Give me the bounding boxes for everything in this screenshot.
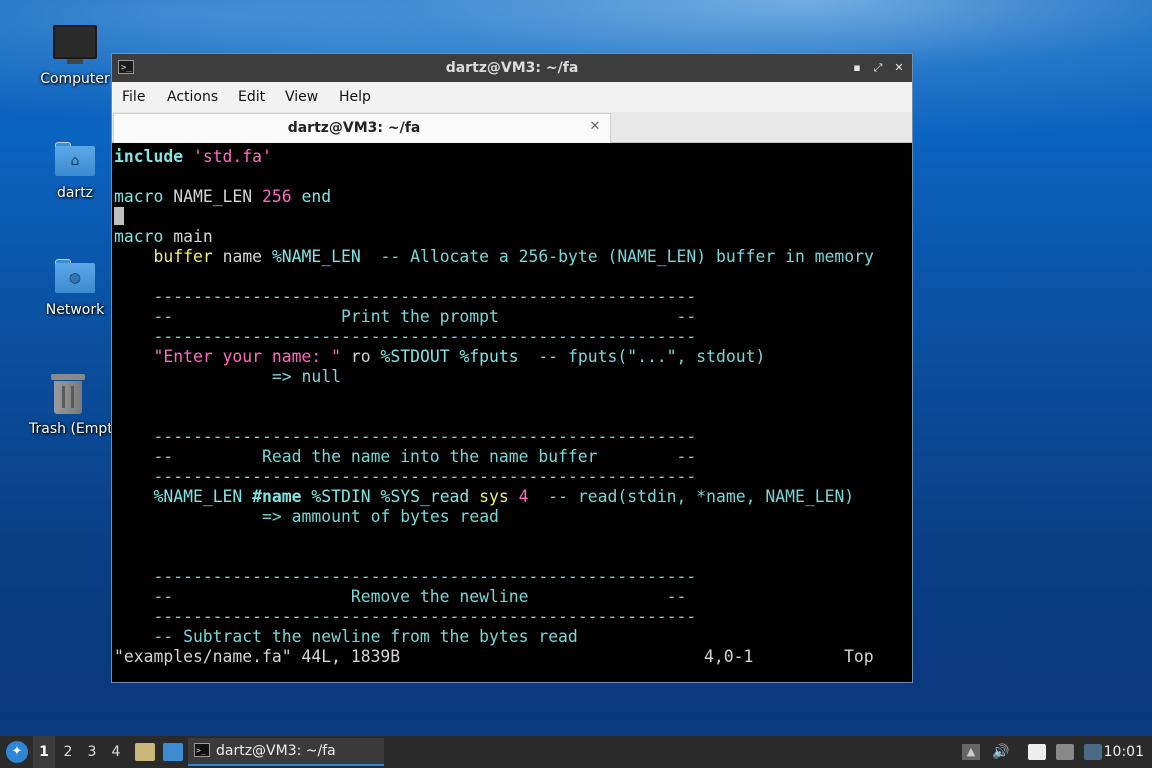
code-line: macro NAME_LEN 256 end <box>114 187 332 206</box>
code-line: ----------------------------------------… <box>114 327 697 346</box>
code-line: ----------------------------------------… <box>114 427 697 446</box>
clipboard-icon[interactable] <box>1028 744 1046 760</box>
start-menu-icon[interactable]: ✦ <box>6 741 28 763</box>
maximize-button[interactable]: ⤢ <box>869 59 887 77</box>
menu-view[interactable]: View <box>285 82 318 112</box>
code-line: macro main <box>114 227 213 246</box>
code-line: %NAME_LEN #name %STDIN %SYS_read sys 4 -… <box>153 487 855 506</box>
update-icon[interactable]: ▲ <box>962 744 980 760</box>
tab-bar: dartz@VM3: ~/fa ✕ <box>112 112 912 143</box>
minimize-button[interactable]: ▪ <box>848 59 866 77</box>
display-icon[interactable] <box>1084 744 1102 760</box>
window-titlebar[interactable]: >_ dartz@VM3: ~/fa ▪ ⤢ ✕ <box>112 54 912 82</box>
window-title: dartz@VM3: ~/fa <box>445 60 579 76</box>
workspace-2[interactable]: 2 <box>57 736 79 768</box>
workspace-3[interactable]: 3 <box>81 736 103 768</box>
workspace-1[interactable]: 1 <box>33 736 55 768</box>
code-line: ----------------------------------------… <box>114 567 697 586</box>
status-scroll: Top <box>844 647 874 666</box>
desktop-icon-home[interactable]: ⌂ dartz <box>25 142 125 201</box>
taskbar: ✦ 1 2 3 4 >_ dartz@VM3: ~/fa ▲ 🔊 10:01 <box>0 736 1152 768</box>
file-manager-icon[interactable] <box>135 743 155 761</box>
code-line: ----------------------------------------… <box>114 467 697 486</box>
task-button-terminal[interactable]: >_ dartz@VM3: ~/fa <box>188 738 384 766</box>
trash-icon <box>51 374 85 414</box>
code-line: => null <box>271 367 341 386</box>
code-line: -- Remove the newline -- <box>114 587 687 606</box>
desktop-icon-label: Network <box>45 302 105 318</box>
tab-terminal[interactable]: dartz@VM3: ~/fa ✕ <box>113 113 611 143</box>
text-cursor <box>114 207 124 225</box>
terminal-content[interactable]: include 'std.fa' macro NAME_LEN 256 end ma… <box>114 147 910 680</box>
desktop-icon-label: dartz <box>56 185 94 201</box>
tab-label: dartz@VM3: ~/fa <box>287 120 421 136</box>
network-folder-icon: ◍ <box>55 259 95 293</box>
code-line: ----------------------------------------… <box>114 607 697 626</box>
network-tray-icon[interactable] <box>1056 744 1074 760</box>
code-line: include 'std.fa' <box>114 147 272 166</box>
desktop-icon-network[interactable]: ◍ Network <box>25 259 125 318</box>
code-line: buffer name %NAME_LEN -- Allocate a 256-… <box>153 247 874 266</box>
desktop-icon-trash[interactable]: Trash (Empty) <box>25 374 111 437</box>
terminal-window: >_ dartz@VM3: ~/fa ▪ ⤢ ✕ File Actions Ed… <box>111 53 913 683</box>
menu-edit[interactable]: Edit <box>238 82 265 112</box>
menu-file[interactable]: File <box>122 82 145 112</box>
show-desktop-icon[interactable] <box>163 743 183 761</box>
desktop-icon-label: Trash (Empty) <box>29 421 111 437</box>
menu-actions[interactable]: Actions <box>167 82 218 112</box>
code-line: -- Print the prompt -- <box>114 307 697 326</box>
code-line: -- Read the name into the name buffer -- <box>114 447 697 466</box>
code-line: -- Subtract the newline from the bytes r… <box>114 627 578 646</box>
desktop-icon-computer[interactable]: Computer <box>25 25 125 87</box>
close-button[interactable]: ✕ <box>890 59 908 77</box>
status-position: 4,0-1 <box>704 647 754 666</box>
code-line: "Enter your name: " ro %STDOUT %fputs --… <box>153 347 766 366</box>
clock: 10:01 <box>1103 744 1144 760</box>
code-line: ----------------------------------------… <box>114 287 697 306</box>
volume-icon[interactable]: 🔊 <box>992 744 1010 760</box>
desktop-icon-label: Computer <box>40 71 110 87</box>
code-line: => ammount of bytes read <box>262 507 499 526</box>
home-folder-icon: ⌂ <box>55 142 95 176</box>
task-label: dartz@VM3: ~/fa <box>216 743 336 759</box>
tab-close-icon[interactable]: ✕ <box>588 120 602 134</box>
computer-icon <box>53 25 97 64</box>
status-file: "examples/name.fa" 44L, 1839B <box>114 647 401 666</box>
menu-help[interactable]: Help <box>339 82 371 112</box>
terminal-task-icon: >_ <box>194 743 210 757</box>
workspace-4[interactable]: 4 <box>105 736 127 768</box>
menu-bar: File Actions Edit View Help <box>112 82 912 112</box>
